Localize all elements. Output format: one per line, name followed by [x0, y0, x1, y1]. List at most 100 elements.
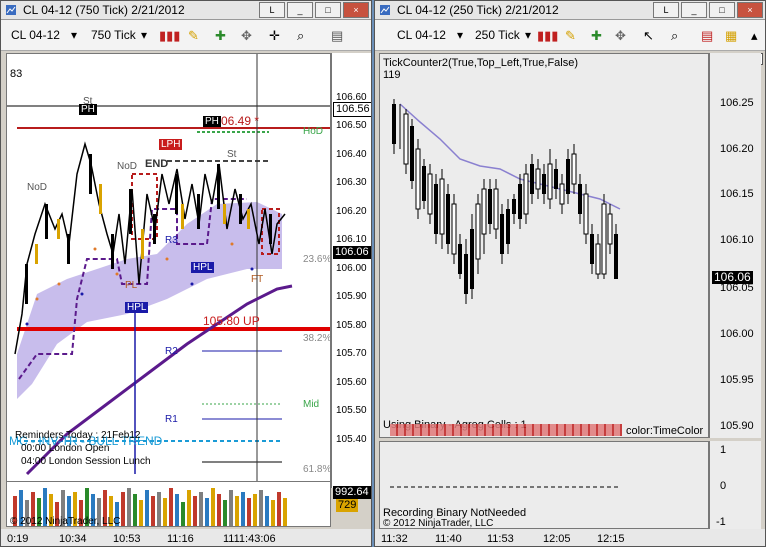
price-tick: 105.80 — [336, 320, 367, 331]
time-tick: 1111:43:06 — [223, 533, 276, 545]
binary-indicator-panel[interactable]: Recording Binary NotNeeded © 2012 NinjaT… — [379, 441, 709, 529]
time-axis[interactable]: 11:32 11:40 11:53 12:05 12:15 — [375, 529, 765, 546]
period-selector[interactable]: 250 Tick — [475, 28, 520, 42]
period-selector[interactable]: 750 Tick — [91, 28, 136, 42]
price-tick: 105.70 — [336, 348, 367, 359]
r3-label: R3 — [165, 235, 178, 246]
reminder-item: 00:00 London Open — [21, 443, 110, 454]
time-tick: 11:32 — [381, 533, 408, 545]
hpl-marker: HPL — [125, 302, 149, 313]
nod-label: NoD — [27, 182, 48, 193]
current-price-box: 106.06 — [712, 270, 753, 284]
dropdown-arrow-icon[interactable]: ▾ — [525, 28, 531, 42]
maximize-button[interactable]: □ — [709, 2, 735, 18]
time-tick: 10:34 — [59, 533, 87, 545]
indicator-axis[interactable]: 1 0 -1 — [709, 441, 761, 529]
zoom-icon[interactable]: ⌕ — [297, 28, 304, 44]
nod-label: NoD — [117, 161, 138, 172]
level-box: 106.56 — [333, 102, 371, 117]
price-tick: 105.40 — [336, 434, 367, 445]
volume-panel[interactable]: © 2012 NinjaTrader, LLC — [6, 481, 331, 527]
minimize-button[interactable]: _ — [287, 2, 313, 18]
indicator-tick: 0 — [720, 480, 727, 492]
chart-window-750-tick: CL 04-12 (750 Tick) 2/21/2012 L _ □ × CL… — [0, 0, 372, 547]
price-panel[interactable]: TickCounter2(True,Top_Left,True,False) 1… — [379, 53, 709, 438]
zoom-icon[interactable]: ⌕ — [671, 28, 678, 44]
app-icon — [6, 5, 16, 15]
price-tick: 105.50 — [336, 405, 367, 416]
bar-type-icon[interactable]: ▮▮▮ — [537, 28, 558, 44]
crosshair-icon[interactable]: ✛ — [269, 28, 280, 44]
strategy-icon[interactable]: ✥ — [615, 28, 626, 44]
title-bar[interactable]: CL 04-12 (750 Tick) 2/21/2012 L _ □ × — [1, 1, 371, 20]
price-axis[interactable]: 106.60 106.50 106.40 106.30 106.20 106.1… — [331, 53, 371, 512]
chart-toolbar: CL 04-12 ▾ 750 Tick ▾ ▮▮▮ ✎ ✚ ✥ ✛ ⌕ ▤ — [1, 20, 371, 51]
mid-label: Mid — [303, 399, 320, 410]
time-tick: 11:53 — [487, 533, 514, 545]
copyright: © 2012 NinjaTrader, LLC — [10, 516, 121, 527]
volume-box: 992.64 — [333, 486, 371, 499]
copyright: © 2012 NinjaTrader, LLC — [383, 518, 494, 529]
chart-window-250-tick: CL 04-12 (250 Tick) 2/21/2012 L _ □ × CL… — [374, 0, 766, 547]
pl-label: PL — [125, 280, 138, 291]
dropdown-arrow-icon[interactable]: ▾ — [141, 28, 147, 42]
binary-cells — [390, 424, 622, 436]
add-indicator-icon[interactable]: ✚ — [591, 28, 602, 44]
help-button[interactable]: L — [259, 2, 285, 18]
time-tick: 12:15 — [597, 533, 625, 545]
dropdown-arrow-icon[interactable]: ▾ — [457, 28, 463, 42]
pencil-icon[interactable]: ✎ — [188, 28, 199, 44]
ph-marker: PH — [203, 116, 221, 127]
price-axis[interactable]: 106.25 106.20 106.15 106.10 106.05 106.0… — [709, 53, 761, 438]
price-tick: 106.40 — [336, 149, 367, 160]
help-button[interactable]: L — [653, 2, 679, 18]
up-level-label: 105.80 UP — [203, 314, 260, 328]
window-title: CL 04-12 (750 Tick) 2/21/2012 — [23, 3, 185, 17]
close-button[interactable]: × — [737, 2, 763, 18]
reminders-title: Reminders Today : 21Feb12 — [15, 430, 141, 441]
app-icon — [380, 5, 390, 15]
price-tick: 105.95 — [720, 374, 754, 386]
add-indicator-icon[interactable]: ✚ — [215, 28, 226, 44]
lph-marker: LPH — [159, 139, 183, 150]
current-price-box: 106.06 — [333, 246, 371, 259]
price-tick: 106.20 — [720, 143, 754, 155]
pointer-icon[interactable]: ↖ — [643, 28, 654, 44]
instrument-selector[interactable]: CL 04-12 — [11, 28, 60, 42]
reminder-item: 04:00 London Session Lunch — [21, 456, 151, 467]
indicator-tick: 1 — [720, 444, 727, 456]
price-tick: 105.90 — [336, 291, 367, 302]
price-tick: 106.00 — [720, 328, 754, 340]
minimize-button[interactable]: _ — [681, 2, 707, 18]
maximize-button[interactable]: □ — [315, 2, 341, 18]
candlestick-svg — [392, 99, 621, 304]
hpl-marker: HPL — [191, 262, 215, 273]
price-panel[interactable]: 83 PH PH 06.49 * HoD LPH END NoD NoD St … — [6, 53, 331, 527]
data-box-icon[interactable]: ▦ — [725, 28, 737, 44]
time-axis[interactable]: 0:19 10:34 10:53 11:16 1111:43:06 — [1, 529, 371, 546]
price-tick: 105.60 — [336, 377, 367, 388]
chart-toolbar: CL 04-12 ▾ 250 Tick ▾ ▮▮▮ ✎ ✚ ✥ ↖ ⌕ ▤ ▦ … — [375, 20, 765, 51]
price-tick: 106.15 — [720, 188, 754, 200]
st-label: St — [83, 96, 93, 107]
end-label: END — [145, 158, 169, 170]
properties-icon[interactable]: ▤ — [331, 28, 343, 44]
fib-label: 23.6% — [303, 254, 331, 265]
instrument-selector[interactable]: CL 04-12 — [397, 28, 446, 42]
r1-label: R1 — [165, 414, 178, 425]
close-button[interactable]: × — [343, 2, 369, 18]
time-tick: 12:05 — [543, 533, 571, 545]
pencil-icon[interactable]: ✎ — [565, 28, 576, 44]
menu-arrow-icon[interactable]: ▴ — [751, 28, 758, 44]
fib-label: 38.2% — [303, 333, 331, 344]
title-bar[interactable]: CL 04-12 (250 Tick) 2/21/2012 L _ □ × — [375, 1, 765, 20]
strategy-icon[interactable]: ✥ — [241, 28, 252, 44]
time-color-label: color:TimeColor — [626, 425, 704, 437]
ph-value-label: 06.49 * — [221, 114, 260, 128]
bar-type-icon[interactable]: ▮▮▮ — [159, 28, 180, 44]
price-tick: 106.10 — [336, 234, 367, 245]
fib-label: 61.8% — [303, 464, 331, 475]
dropdown-arrow-icon[interactable]: ▾ — [71, 28, 77, 42]
properties-icon[interactable]: ▤ — [701, 28, 713, 44]
window-title: CL 04-12 (250 Tick) 2/21/2012 — [397, 3, 559, 17]
